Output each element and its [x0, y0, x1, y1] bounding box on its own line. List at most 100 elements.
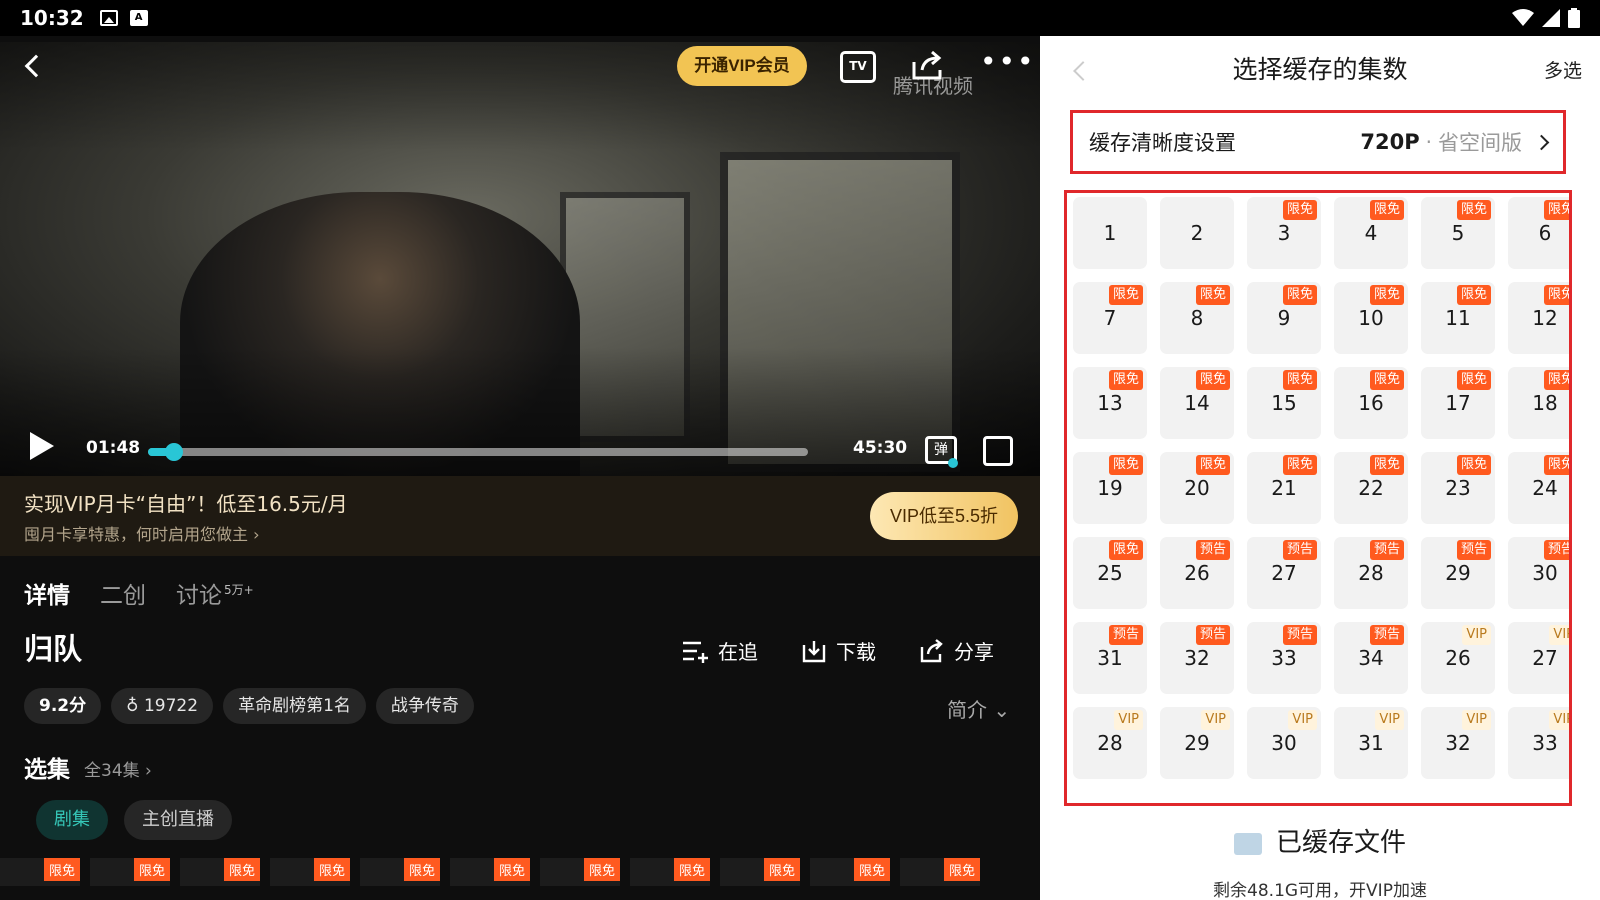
tab-details[interactable]: 详情	[24, 576, 70, 610]
episode-cell[interactable]: 8 限免	[1160, 282, 1234, 354]
episode-cell[interactable]: 5 限免	[1421, 197, 1495, 269]
cached-files-button[interactable]: 已缓存文件	[1040, 822, 1600, 859]
episode-thumb[interactable]: 限免	[0, 858, 80, 886]
episode-cell[interactable]: 31 预告	[1073, 622, 1147, 694]
episode-cell[interactable]: 18 限免	[1508, 367, 1569, 439]
multi-select-button[interactable]: 多选	[1544, 56, 1582, 83]
episode-cell[interactable]: 24 限免	[1508, 452, 1569, 524]
episode-cell[interactable]: 30 VIP	[1247, 707, 1321, 779]
discussion-count: 5万+	[224, 583, 254, 598]
episode-cell[interactable]: 32 预告	[1160, 622, 1234, 694]
episode-thumb[interactable]: 限免	[900, 858, 980, 886]
episode-cell[interactable]: 31 VIP	[1334, 707, 1408, 779]
tv-cast-icon[interactable]: TV	[840, 51, 876, 83]
episode-cell[interactable]: 14 限免	[1160, 367, 1234, 439]
detail-page: 开通VIP会员 TV ••• 腾讯视频 01:48 45:30 弹 实现VIP月…	[0, 36, 1040, 900]
episode-thumb[interactable]: 限免	[450, 858, 530, 886]
episode-badge-free: 限免	[1543, 455, 1569, 475]
open-vip-button[interactable]: 开通VIP会员	[677, 46, 807, 86]
episode-badge-vip: VIP	[1549, 625, 1569, 645]
tab-creations[interactable]: 二创	[100, 576, 146, 610]
follow-button[interactable]: 在追	[682, 636, 758, 665]
share-button[interactable]: 分享	[920, 636, 994, 665]
episode-cell[interactable]: 2	[1160, 197, 1234, 269]
episode-cell[interactable]: 30 预告	[1508, 537, 1569, 609]
more-icon[interactable]: •••	[980, 48, 1034, 84]
progress-thumb[interactable]	[165, 443, 184, 461]
episode-badge-free: 限免	[1108, 455, 1143, 475]
episode-thumb-badge: 限免	[673, 858, 710, 881]
episode-cell[interactable]: 19 限免	[1073, 452, 1147, 524]
episode-badge-preview: 预告	[1369, 625, 1404, 645]
episode-thumb[interactable]: 限免	[630, 858, 710, 886]
episode-thumb[interactable]: 限免	[540, 858, 620, 886]
rotate-screen-icon[interactable]	[983, 436, 1013, 466]
episode-cell[interactable]: 20 限免	[1160, 452, 1234, 524]
episode-number: 18	[1532, 391, 1558, 415]
play-icon[interactable]	[30, 432, 54, 460]
episode-cell[interactable]: 12 限免	[1508, 282, 1569, 354]
episode-cell[interactable]: 34 预告	[1334, 622, 1408, 694]
episode-thumb-badge: 限免	[493, 858, 530, 881]
episode-thumb[interactable]: 限免	[270, 858, 350, 886]
subtab-episodes[interactable]: 剧集	[36, 800, 108, 840]
download-button[interactable]: 下载	[802, 636, 876, 665]
episode-cell[interactable]: 23 限免	[1421, 452, 1495, 524]
episode-number: 32	[1184, 646, 1210, 670]
episode-cell[interactable]: 13 限免	[1073, 367, 1147, 439]
episode-number: 31	[1358, 731, 1384, 755]
episode-cell[interactable]: 9 限免	[1247, 282, 1321, 354]
episode-cell[interactable]: 6 限免	[1508, 197, 1569, 269]
episode-cell[interactable]: 32 VIP	[1421, 707, 1495, 779]
episode-thumb[interactable]: 限免	[720, 858, 800, 886]
episode-cell[interactable]: 16 限免	[1334, 367, 1408, 439]
episode-thumb[interactable]: 限免	[180, 858, 260, 886]
heat-tag[interactable]: ♁ 19722	[111, 688, 214, 724]
episode-cell[interactable]: 3 限免	[1247, 197, 1321, 269]
episode-cell[interactable]: 21 限免	[1247, 452, 1321, 524]
score-tag[interactable]: 9.2分	[24, 688, 102, 724]
episode-cell[interactable]: 4 限免	[1334, 197, 1408, 269]
subtab-live[interactable]: 主创直播	[124, 800, 232, 840]
episode-cell[interactable]: 27 VIP	[1508, 622, 1569, 694]
episode-cell[interactable]: 7 限免	[1073, 282, 1147, 354]
episode-cell[interactable]: 10 限免	[1334, 282, 1408, 354]
episode-thumb[interactable]: 限免	[90, 858, 170, 886]
episode-cell[interactable]: 33 预告	[1247, 622, 1321, 694]
rank-tag[interactable]: 革命剧榜第1名	[223, 688, 366, 724]
vip-discount-button[interactable]: VIP低至5.5折	[870, 492, 1018, 540]
episode-number: 7	[1103, 306, 1117, 330]
episode-cell[interactable]: 33 VIP	[1508, 707, 1569, 779]
episode-cell[interactable]: 22 限免	[1334, 452, 1408, 524]
quality-value: 720P	[1360, 130, 1420, 154]
episode-cell[interactable]: 1	[1073, 197, 1147, 269]
episode-cell[interactable]: 29 VIP	[1160, 707, 1234, 779]
cache-quality-setting[interactable]: 缓存清晰度设置 720P · 省空间版	[1070, 110, 1566, 174]
episode-cell[interactable]: 25 限免	[1073, 537, 1147, 609]
episode-cell[interactable]: 11 限免	[1421, 282, 1495, 354]
episode-number: 24	[1532, 476, 1558, 500]
vip-promo-banner[interactable]: 实现VIP月卡“自由”！低至16.5元/月 囤月卡享特惠，何时启用您做主 › V…	[0, 476, 1040, 556]
genre-tag[interactable]: 战争传奇	[375, 688, 474, 724]
progress-bar[interactable]	[148, 443, 808, 461]
episodes-count[interactable]: 全34集 ›	[84, 756, 152, 781]
episode-number: 9	[1277, 306, 1291, 330]
episode-number: 12	[1532, 306, 1558, 330]
video-player[interactable]	[0, 42, 1040, 478]
episode-thumb[interactable]: 限免	[360, 858, 440, 886]
show-title: 归队	[24, 632, 83, 666]
episode-cell[interactable]: 27 预告	[1247, 537, 1321, 609]
episode-cell[interactable]: 26 VIP	[1421, 622, 1495, 694]
episode-cell[interactable]: 29 预告	[1421, 537, 1495, 609]
episode-cell[interactable]: 28 VIP	[1073, 707, 1147, 779]
intro-toggle[interactable]: 简介 ⌄	[947, 694, 1010, 723]
episode-cell[interactable]: 15 限免	[1247, 367, 1321, 439]
episode-number: 8	[1190, 306, 1204, 330]
episode-cell[interactable]: 28 预告	[1334, 537, 1408, 609]
episode-cell[interactable]: 26 预告	[1160, 537, 1234, 609]
episode-cell[interactable]: 17 限免	[1421, 367, 1495, 439]
episode-thumb-badge: 限免	[583, 858, 620, 881]
episode-thumb[interactable]: 限免	[810, 858, 890, 886]
episode-badge-free: 限免	[1369, 455, 1404, 475]
tab-discussion[interactable]: 讨论 5万+	[176, 576, 254, 610]
